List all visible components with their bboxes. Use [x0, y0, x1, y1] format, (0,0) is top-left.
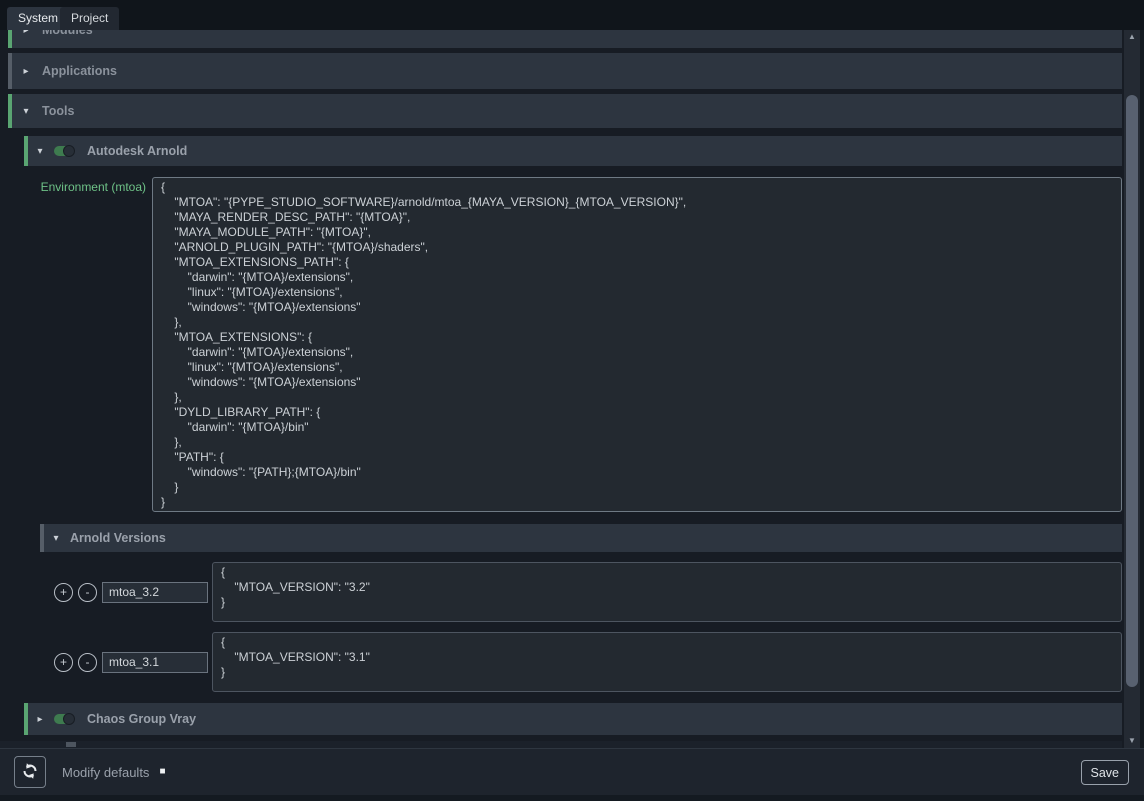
- footer-bar: Modify defaults ■ Save: [0, 748, 1144, 795]
- chevron-down-icon: ▾: [20, 106, 32, 117]
- vertical-scrollbar[interactable]: ▲ ▼: [1124, 30, 1140, 748]
- add-version-button[interactable]: +: [54, 653, 73, 672]
- section-accent-bar: [8, 94, 12, 128]
- section-accent-bar: [24, 136, 28, 166]
- scroll-down-button[interactable]: ▼: [1124, 734, 1140, 748]
- toggle-knob: [63, 713, 75, 725]
- save-button[interactable]: Save: [1081, 760, 1130, 785]
- environment-json-textarea[interactable]: { "MTOA": "{PYPE_STUDIO_SOFTWARE}/arnold…: [152, 177, 1122, 512]
- version-key-input[interactable]: [102, 582, 208, 603]
- refresh-button[interactable]: [14, 756, 46, 788]
- version-row: + - { "MTOA_VERSION": "3.2" }: [40, 562, 1122, 622]
- chevron-down-icon: ▾: [34, 146, 46, 157]
- section-accent-bar: [8, 30, 12, 48]
- settings-scroll-area: ▸ Modules ▸ Applications ▾ Tools ▾ Autod…: [0, 30, 1124, 748]
- chevron-right-icon: ▸: [34, 714, 46, 725]
- version-json-textarea[interactable]: { "MTOA_VERSION": "3.2" }: [212, 562, 1122, 622]
- section-autodesk-arnold[interactable]: ▾ Autodesk Arnold: [24, 136, 1122, 166]
- version-key-input[interactable]: [102, 652, 208, 673]
- chevron-down-icon: ▾: [50, 533, 62, 544]
- section-accent-bar: [8, 53, 12, 89]
- horizontal-scrollbar[interactable]: [0, 741, 1122, 748]
- horizontal-scrollbar-thumb[interactable]: [66, 742, 76, 747]
- version-row: + - { "MTOA_VERSION": "3.1" }: [40, 632, 1122, 692]
- section-title: Chaos Group Vray: [87, 712, 196, 726]
- modify-defaults-checkbox[interactable]: ■: [159, 767, 165, 777]
- section-accent-bar: [40, 524, 44, 552]
- section-modules[interactable]: ▸ Modules: [8, 30, 1122, 48]
- environment-label: Environment (mtoa): [20, 180, 146, 194]
- section-title: Modules: [42, 30, 93, 37]
- chevron-right-icon: ▸: [20, 30, 32, 36]
- section-title: Applications: [42, 64, 117, 78]
- tab-bar: System Project: [0, 0, 1144, 30]
- section-chaos-group-vray[interactable]: ▸ Chaos Group Vray: [24, 703, 1122, 735]
- section-title: Arnold Versions: [70, 531, 166, 545]
- vertical-scrollbar-thumb[interactable]: [1126, 95, 1138, 687]
- section-applications[interactable]: ▸ Applications: [8, 53, 1122, 89]
- vray-enabled-toggle[interactable]: [54, 714, 74, 724]
- remove-version-button[interactable]: -: [78, 583, 97, 602]
- arnold-enabled-toggle[interactable]: [54, 146, 74, 156]
- section-title: Tools: [42, 104, 74, 118]
- add-version-button[interactable]: +: [54, 583, 73, 602]
- tab-project[interactable]: Project: [60, 7, 119, 30]
- section-arnold-versions[interactable]: ▾ Arnold Versions: [40, 524, 1122, 552]
- toggle-knob: [63, 145, 75, 157]
- modify-defaults-label: Modify defaults: [62, 765, 149, 780]
- chevron-right-icon: ▸: [20, 66, 32, 77]
- version-json-textarea[interactable]: { "MTOA_VERSION": "3.1" }: [212, 632, 1122, 692]
- scroll-up-button[interactable]: ▲: [1124, 30, 1140, 44]
- refresh-icon: [21, 762, 39, 783]
- section-accent-bar: [24, 703, 28, 735]
- section-title: Autodesk Arnold: [87, 144, 187, 158]
- settings-window: System Project ▸ Modules ▸ Applications …: [0, 0, 1144, 801]
- remove-version-button[interactable]: -: [78, 653, 97, 672]
- section-tools[interactable]: ▾ Tools: [8, 94, 1122, 128]
